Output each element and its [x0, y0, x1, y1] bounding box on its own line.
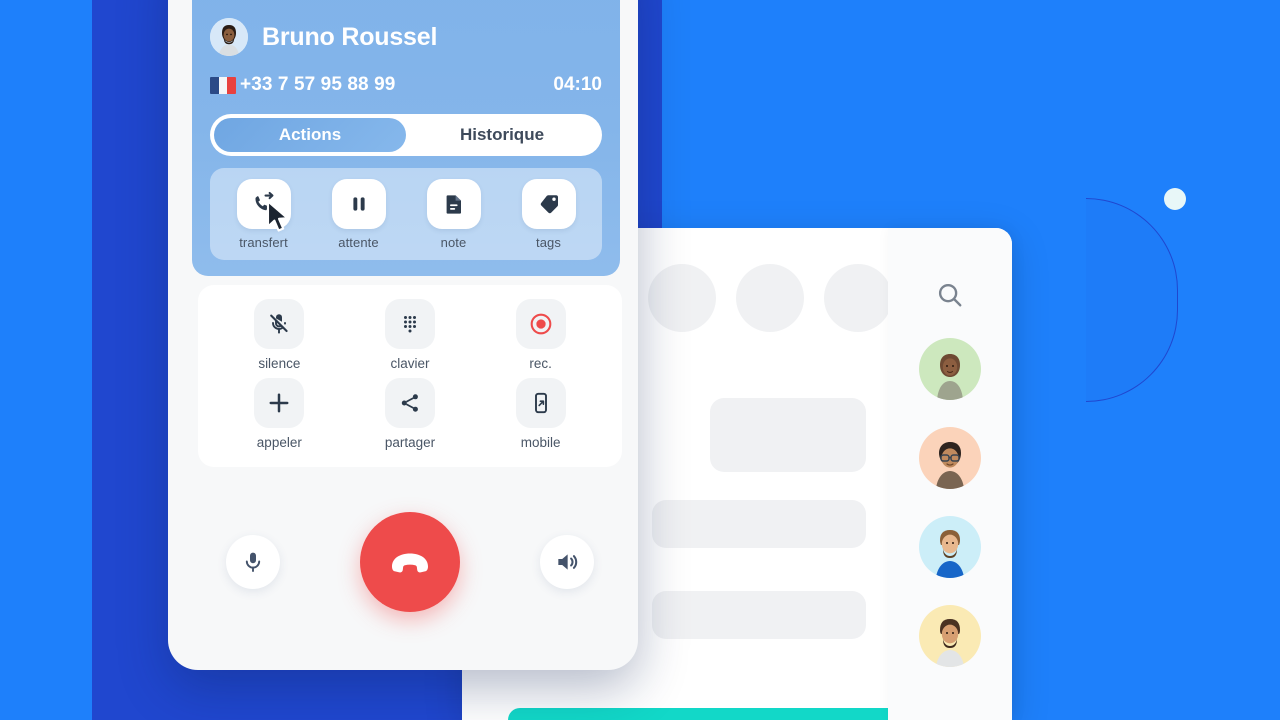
- action-transfert-tile[interactable]: [236, 178, 291, 229]
- action-transfert-label: transfert: [239, 234, 288, 250]
- search-button[interactable]: [888, 280, 1012, 310]
- secondary-actions-grid: silence clavier rec. appeler partager mo…: [198, 285, 622, 467]
- skeleton-bar: [652, 591, 866, 639]
- tab-historique[interactable]: Historique: [406, 118, 598, 152]
- record-icon: [530, 313, 552, 334]
- action-note-tile[interactable]: [426, 178, 481, 229]
- avatar-photo-icon: [937, 354, 963, 400]
- grid-label-partager: partager: [384, 434, 436, 450]
- grid-label-clavier: clavier: [390, 355, 430, 371]
- action-tags-tile[interactable]: [521, 178, 576, 229]
- contact-avatar-2[interactable]: [919, 427, 981, 489]
- action-note[interactable]: note: [416, 178, 492, 250]
- microphone-icon: [245, 552, 261, 572]
- call-tabs: Actions Historique: [210, 114, 602, 156]
- grid-item-clavier[interactable]: clavier: [384, 298, 435, 371]
- decorative-dot: [1164, 188, 1186, 210]
- call-transfer-icon: [254, 191, 273, 210]
- screen-stage: Bruno Roussel +33 7 57 95 88 99 04:10 Ac…: [0, 0, 1280, 720]
- action-attente-tile[interactable]: [331, 178, 386, 229]
- plus-icon: [269, 393, 289, 412]
- action-attente-label: attente: [338, 234, 379, 250]
- tab-actions[interactable]: Actions: [214, 118, 406, 152]
- grid-item-rec[interactable]: rec.: [515, 298, 566, 371]
- caller-avatar: [210, 18, 248, 56]
- grid-tile-silence[interactable]: [254, 298, 305, 349]
- grid-label-appeler: appeler: [256, 434, 302, 450]
- call-card: Bruno Roussel +33 7 57 95 88 99 04:10 Ac…: [168, 0, 638, 670]
- avatar-photo-icon: [936, 530, 964, 578]
- action-attente[interactable]: attente: [321, 178, 397, 250]
- microphone-button[interactable]: [226, 535, 280, 589]
- grid-tile-partager[interactable]: [384, 377, 435, 428]
- grid-label-mobile: mobile: [520, 434, 561, 450]
- document-note-icon: [446, 194, 461, 214]
- grid-label-rec: rec.: [529, 355, 552, 371]
- grid-tile-clavier[interactable]: [384, 298, 435, 349]
- search-icon: [938, 283, 962, 307]
- skeleton-circle: [736, 264, 804, 332]
- background-panel-left: [0, 0, 92, 720]
- contact-avatar-list: [888, 338, 1012, 667]
- caller-phone-number: +33 7 57 95 88 99: [240, 74, 396, 95]
- skeleton-circle-row: [648, 264, 892, 332]
- call-timer: 04:10: [553, 74, 602, 95]
- contact-avatar-4[interactable]: [919, 605, 981, 667]
- action-tags[interactable]: tags: [511, 178, 587, 250]
- grid-item-appeler[interactable]: appeler: [254, 377, 305, 450]
- grid-item-partager[interactable]: partager: [384, 377, 436, 450]
- action-transfert[interactable]: transfert: [226, 178, 302, 250]
- contact-avatar-3[interactable]: [919, 516, 981, 578]
- grid-tile-mobile[interactable]: [515, 377, 566, 428]
- hangup-button[interactable]: [360, 512, 460, 612]
- teal-action-button[interactable]: [508, 708, 902, 720]
- mic-off-icon: [270, 313, 288, 334]
- caller-number-row: +33 7 57 95 88 99 04:10: [210, 74, 602, 96]
- speaker-icon: [558, 554, 578, 570]
- pause-icon: [352, 196, 365, 211]
- skeleton-bar: [652, 500, 866, 548]
- action-tags-label: tags: [536, 234, 561, 250]
- caller-info: Bruno Roussel: [210, 18, 437, 56]
- skeleton-circle: [824, 264, 892, 332]
- avatar-photo-icon: [936, 442, 964, 489]
- grid-tile-appeler[interactable]: [254, 377, 305, 428]
- hangup-phone-icon: [392, 553, 428, 573]
- grid-tile-rec[interactable]: [515, 298, 566, 349]
- caller-name: Bruno Roussel: [262, 22, 438, 51]
- call-header: Bruno Roussel +33 7 57 95 88 99 04:10 Ac…: [192, 0, 620, 276]
- skeleton-bar: [710, 398, 866, 472]
- dialpad-icon: [403, 315, 416, 332]
- grid-item-mobile[interactable]: mobile: [515, 377, 566, 450]
- contacts-sidebar: [888, 228, 1012, 720]
- avatar-photo-icon: [936, 619, 964, 667]
- grid-label-silence: silence: [258, 355, 301, 371]
- contact-avatar-1[interactable]: [919, 338, 981, 400]
- mobile-transfer-icon: [534, 392, 547, 413]
- actions-panel: transfert attente note tags: [210, 168, 602, 260]
- share-icon: [401, 393, 418, 412]
- caller-avatar-photo-icon: [210, 18, 248, 56]
- tag-icon: [540, 194, 558, 213]
- call-controls: [198, 482, 622, 642]
- action-note-label: note: [440, 234, 467, 250]
- france-flag-icon: [210, 76, 236, 94]
- speaker-button[interactable]: [540, 535, 594, 589]
- skeleton-circle: [648, 264, 716, 332]
- grid-item-silence[interactable]: silence: [254, 298, 305, 371]
